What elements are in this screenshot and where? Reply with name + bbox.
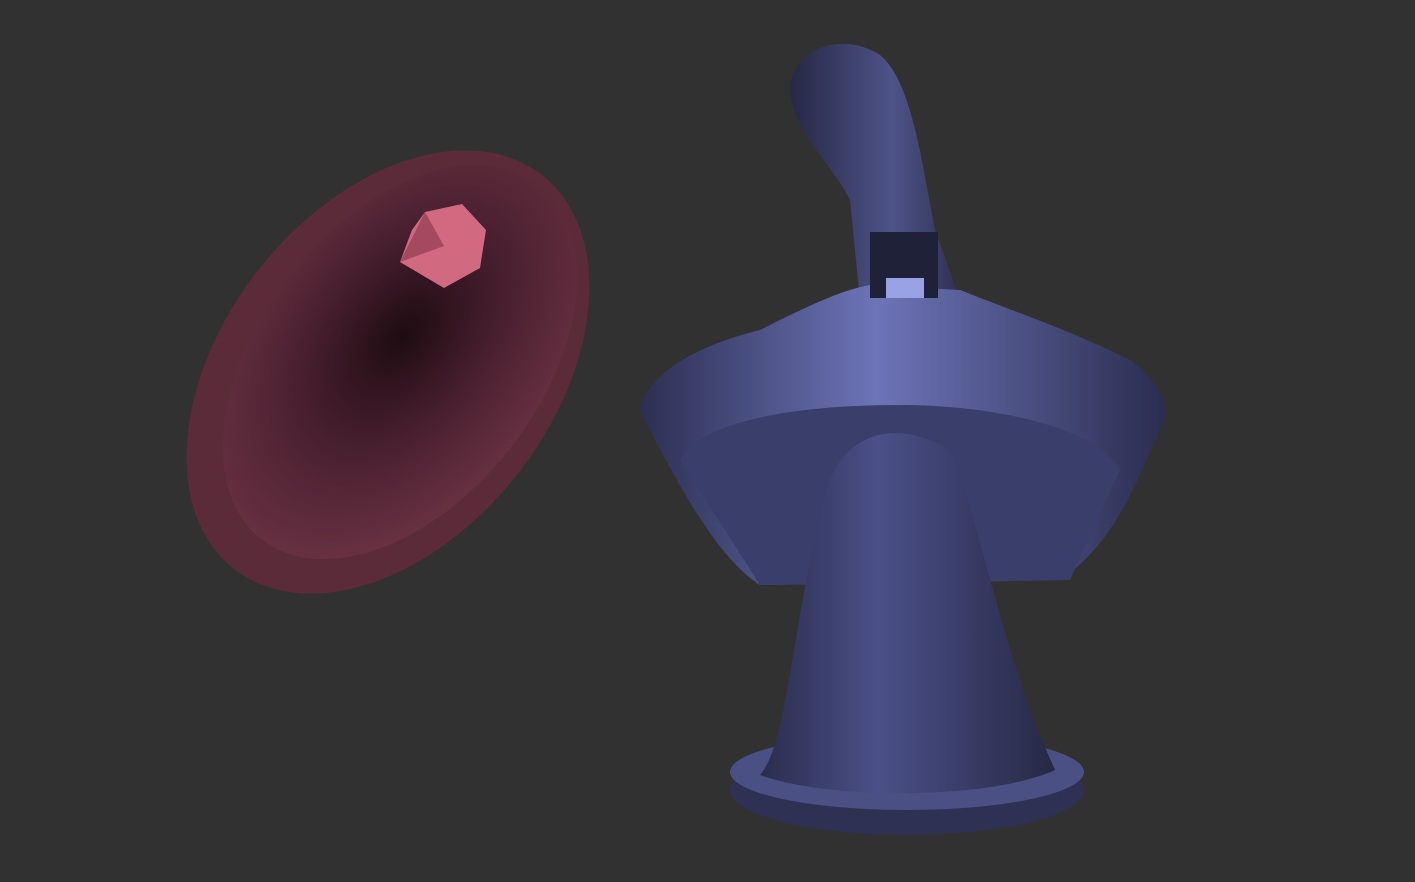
3d-viewport[interactable] — [0, 0, 1415, 882]
shell-mesh[interactable] — [104, 73, 672, 670]
bust-mesh[interactable] — [640, 43, 1167, 835]
scene — [104, 43, 1167, 835]
